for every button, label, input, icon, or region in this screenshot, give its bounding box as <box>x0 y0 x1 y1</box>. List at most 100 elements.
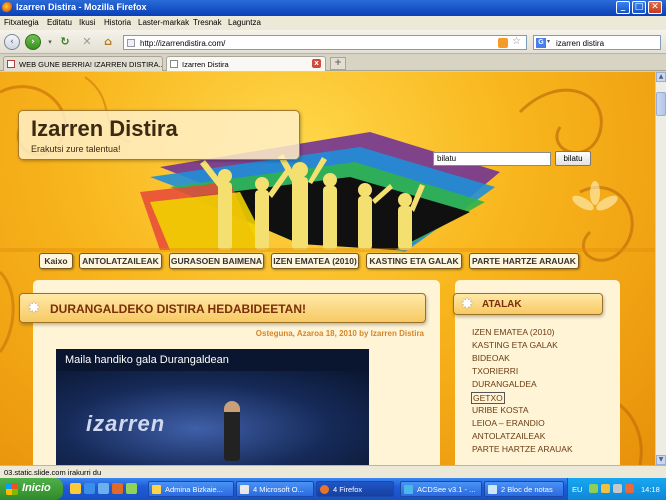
site-search-button[interactable]: bilatu <box>555 151 591 166</box>
tab-izarren-distira[interactable]: Izarren Distira x <box>166 56 326 71</box>
sidebar-link-durangaldea[interactable]: DURANGALDEA <box>472 379 537 389</box>
windows-logo-icon <box>6 483 18 495</box>
sidebar-link-antolatzaileak[interactable]: ANTOLATZAILEAK <box>472 431 545 441</box>
tab-favicon-icon <box>170 60 178 68</box>
menu-view[interactable]: Ikusi <box>79 18 95 27</box>
menu-edit[interactable]: Editatu <box>47 18 72 27</box>
quicklaunch-app-icon[interactable] <box>126 483 137 494</box>
nav-gurasoen-baimena[interactable]: GURASOEN BAIMENA <box>169 253 264 269</box>
video-logo-image: izarren <box>86 411 166 436</box>
tab-label: WEB GUNE BERRIA! IZARREN DISTIRA... <box>19 60 163 69</box>
new-tab-button[interactable]: + <box>330 57 346 70</box>
language-indicator[interactable]: EU <box>572 485 582 494</box>
sidebar-title-bar: ✸ ATALAK <box>453 293 603 315</box>
start-button[interactable]: Inicio <box>0 478 63 500</box>
sidebar-link-parte-hartze-arauak[interactable]: PARTE HARTZE ARAUAK <box>472 444 573 454</box>
task-app-icon <box>404 485 413 494</box>
google-icon[interactable]: G <box>536 38 546 48</box>
status-text: 03.static.slide.com irakurri du <box>4 468 102 477</box>
sidebar-link-uribe-kosta[interactable]: URIBE KOSTA <box>472 405 529 415</box>
tab-favicon-icon <box>7 60 15 68</box>
post-title-bar: ✸ DURANGALDEKO DISTIRA HEDABIDEETAN! <box>19 293 426 323</box>
menu-tools[interactable]: Tresnak <box>193 18 222 27</box>
windows-taskbar: Inicio Admina Bizkaie... 4 Microsoft O..… <box>0 478 666 500</box>
stop-icon[interactable]: ✕ <box>80 35 94 49</box>
video-title[interactable]: Maila handiko gala Durangaldean <box>65 354 229 366</box>
start-label: Inicio <box>22 482 51 494</box>
task-label: Admina Bizkaie... <box>165 485 223 494</box>
site-search-input[interactable]: bilatu <box>433 152 551 166</box>
video-frame: izarren <box>56 371 369 465</box>
nav-kasting-eta-galak[interactable]: KASTING ETA GALAK <box>366 253 462 269</box>
site-name[interactable]: Izarren Distira <box>31 116 178 142</box>
url-text: http://izarrendistira.com/ <box>140 39 226 48</box>
tab-label: Izarren Distira <box>182 60 229 69</box>
menu-bookmarks[interactable]: Laster-markak <box>138 18 189 27</box>
task-label: 4 Firefox <box>333 485 363 494</box>
sidebar-link-kasting-eta-galak[interactable]: KASTING ETA GALAK <box>472 340 558 350</box>
nav-antolatzaileak[interactable]: ANTOLATZAILEAK <box>79 253 162 269</box>
nav-izen-ematea[interactable]: IZEN EMATEA (2010) <box>271 253 359 269</box>
home-icon[interactable]: ⌂ <box>101 35 115 49</box>
task-app-icon <box>152 485 161 494</box>
scroll-thumb[interactable] <box>656 92 666 116</box>
menu-file[interactable]: Fitxategia <box>4 18 39 27</box>
close-button[interactable]: ✕ <box>648 1 662 14</box>
sidebar-link-izen-ematea[interactable]: IZEN EMATEA (2010) <box>472 327 555 337</box>
search-engine-dropdown-icon[interactable]: ▾ <box>547 38 550 45</box>
rss-feed-icon[interactable] <box>498 38 508 48</box>
star-icon: ✸ <box>27 298 41 317</box>
sidebar-link-bideoak[interactable]: BIDEOAK <box>472 353 510 363</box>
history-dropdown-icon[interactable]: ▾ <box>43 35 57 49</box>
task-firefox[interactable]: 4 Firefox <box>316 481 394 497</box>
scroll-down-icon[interactable]: ▼ <box>656 455 666 465</box>
title-bar: Izarren Distira - Mozilla Firefox _ □ ✕ <box>0 0 666 16</box>
video-player[interactable]: izarren Maila handiko gala Durangaldean <box>56 349 369 465</box>
sidebar-title: ATALAK <box>482 299 522 310</box>
nav-parte-hartze-arauak[interactable]: PARTE HARTZE ARAUAK <box>469 253 579 269</box>
task-label: ACDSee v3.1 - ... <box>417 485 476 494</box>
quicklaunch-ie-icon[interactable] <box>84 483 95 494</box>
menu-help[interactable]: Laguntza <box>228 18 261 27</box>
forward-button[interactable]: › <box>25 34 41 50</box>
sidebar-link-leioa-erandio[interactable]: LEIOA – ERANDIO <box>472 418 545 428</box>
star-icon: ✸ <box>460 294 474 313</box>
firefox-icon <box>2 2 13 13</box>
reload-icon[interactable]: ↻ <box>58 35 72 49</box>
task-acdsee[interactable]: ACDSee v3.1 - ... <box>400 481 482 497</box>
task-label: 2 Bloc de notas <box>501 485 553 494</box>
navigation-toolbar: ‹ › ▾ ↻ ✕ ⌂ http://izarrendistira.com/ ☆… <box>0 30 666 54</box>
tab-web-gune-berria[interactable]: WEB GUNE BERRIA! IZARREN DISTIRA... <box>3 56 163 71</box>
tab-bar: WEB GUNE BERRIA! IZARREN DISTIRA... Izar… <box>0 55 666 71</box>
url-bar[interactable]: http://izarrendistira.com/ ☆ <box>123 35 527 50</box>
site-tagline: Erakutsi zure talentua! <box>31 144 121 154</box>
post-meta: Osteguna, Azaroa 18, 2010 by Izarren Dis… <box>255 329 424 338</box>
task-microsoft-office[interactable]: 4 Microsoft O... <box>236 481 314 497</box>
task-admina-bizkaie[interactable]: Admina Bizkaie... <box>148 481 234 497</box>
tray-network-icon[interactable] <box>589 484 598 493</box>
tray-security-icon[interactable] <box>625 484 634 493</box>
maximize-button[interactable]: □ <box>632 1 646 14</box>
quicklaunch-firefox-icon[interactable] <box>112 483 123 494</box>
menu-history[interactable]: Historia <box>104 18 131 27</box>
nav-kaixo[interactable]: Kaixo <box>39 253 73 269</box>
quicklaunch-folder-icon[interactable] <box>70 483 81 494</box>
sidebar-link-getxo[interactable]: GETXO <box>471 392 505 404</box>
tray-app-icon[interactable] <box>601 484 610 493</box>
browser-search-value: izarren distira <box>556 39 605 48</box>
back-button[interactable]: ‹ <box>4 34 20 50</box>
system-tray: EU 14:18 <box>567 478 666 500</box>
task-app-icon <box>240 485 249 494</box>
browser-search-input[interactable]: G ▾ izarren distira <box>533 35 661 50</box>
tray-volume-icon[interactable] <box>613 484 622 493</box>
task-bloc-de-notas[interactable]: 2 Bloc de notas <box>484 481 564 497</box>
post-title[interactable]: DURANGALDEKO DISTIRA HEDABIDEETAN! <box>50 302 306 316</box>
minimize-button[interactable]: _ <box>616 1 630 14</box>
task-app-icon <box>320 485 329 494</box>
close-tab-icon[interactable]: x <box>312 59 321 68</box>
quicklaunch-desktop-icon[interactable] <box>98 483 109 494</box>
sidebar-link-txorierri[interactable]: TXORIERRI <box>472 366 518 376</box>
scroll-up-icon[interactable]: ▲ <box>656 72 666 82</box>
vertical-scrollbar[interactable]: ▲ ▼ <box>655 72 666 465</box>
bookmark-star-icon[interactable]: ☆ <box>512 36 521 47</box>
